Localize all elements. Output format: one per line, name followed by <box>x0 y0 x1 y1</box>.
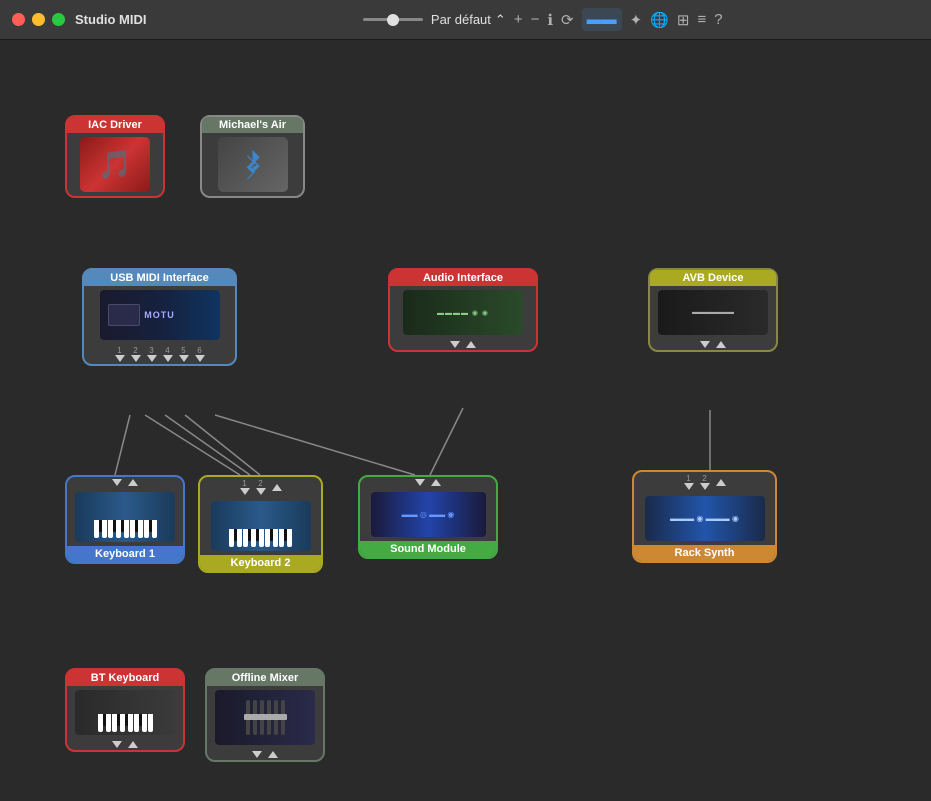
midi-icon[interactable]: ▬▬ <box>582 8 622 31</box>
offline-mixer-ports <box>244 749 286 760</box>
michaels-air-node[interactable]: Michael's Air <box>200 115 305 198</box>
michaels-air-image <box>202 133 303 196</box>
keyboard1-label: Keyboard 1 <box>67 546 183 562</box>
help-icon[interactable]: ? <box>714 11 722 28</box>
bt-keyboard-ports <box>104 739 146 750</box>
iac-driver-node[interactable]: IAC Driver <box>65 115 165 198</box>
toolbar-center: Par défaut ⌃ + − ℹ ⟳ ▬▬ ✦ 🌐 ⊞ ≡ ? <box>167 8 920 31</box>
minimize-button[interactable] <box>32 13 45 26</box>
bt-keyboard-label: BT Keyboard <box>67 670 183 686</box>
michaels-air-label: Michael's Air <box>202 117 303 133</box>
audio-interface-label: Audio Interface <box>390 270 536 286</box>
keyboard1-node[interactable]: Keyboard 1 <box>65 475 185 564</box>
preset-label: Par défaut <box>431 12 491 27</box>
usb-midi-label: USB MIDI Interface <box>84 270 235 286</box>
grid-icon[interactable]: ⊞ <box>677 11 690 29</box>
iac-driver-label: IAC Driver <box>67 117 163 133</box>
network-icon[interactable]: 🌐 <box>650 11 669 29</box>
usb-midi-image <box>84 286 235 344</box>
audio-interface-ports <box>442 339 484 350</box>
maximize-button[interactable] <box>52 13 65 26</box>
app-title: Studio MIDI <box>75 12 147 27</box>
audio-interface-image: ▬▬▬▬ ◉ ◉ <box>390 286 536 339</box>
rack-synth-image: ▬▬▬ ◉ ▬▬▬ ◉ <box>634 492 775 545</box>
refresh-icon[interactable]: ⟳ <box>561 11 574 29</box>
keyboard1-in-ports <box>104 477 146 488</box>
keyboard1-image <box>67 488 183 546</box>
sound-module-node[interactable]: ▬▬ ◎ ▬▬ ◉ Sound Module <box>358 475 498 559</box>
sound-module-in-ports <box>407 477 449 488</box>
avb-device-ports <box>692 339 734 350</box>
midi-canvas: IAC Driver Michael's Air USB MIDI Interf… <box>0 40 931 801</box>
add-button[interactable]: + <box>514 11 523 28</box>
rack-synth-label: Rack Synth <box>634 545 775 561</box>
bt-keyboard-image <box>67 686 183 739</box>
titlebar: Studio MIDI Par défaut ⌃ + − ℹ ⟳ ▬▬ ✦ 🌐 … <box>0 0 931 40</box>
bluetooth-icon[interactable]: ✦ <box>630 11 643 29</box>
audio-interface-node[interactable]: Audio Interface ▬▬▬▬ ◉ ◉ <box>388 268 538 352</box>
offline-mixer-image <box>207 686 323 749</box>
sound-module-label: Sound Module <box>360 541 496 557</box>
keyboard2-node[interactable]: 1 2 <box>198 475 323 573</box>
sound-module-image: ▬▬ ◎ ▬▬ ◉ <box>360 488 496 541</box>
avb-device-label: AVB Device <box>650 270 776 286</box>
keyboard2-in-ports: 1 2 <box>232 477 290 497</box>
preset-dropdown[interactable]: Par défaut ⌃ <box>431 12 506 28</box>
rack-synth-node[interactable]: 1 2 ▬▬▬ ◉ ▬▬▬ ◉ Rack Synth <box>632 470 777 563</box>
remove-button[interactable]: − <box>531 11 540 28</box>
close-button[interactable] <box>12 13 25 26</box>
offline-mixer-node[interactable]: Offline Mixer <box>205 668 325 762</box>
chevron-icon: ⌃ <box>495 12 506 28</box>
usb-midi-node[interactable]: USB MIDI Interface 1 2 3 4 5 <box>82 268 237 366</box>
traffic-lights <box>12 13 65 26</box>
keyboard2-image <box>200 497 321 555</box>
info-icon[interactable]: ℹ <box>547 11 553 29</box>
usb-midi-ports: 1 2 3 4 5 6 <box>107 344 213 364</box>
avb-device-node[interactable]: AVB Device ▬▬▬▬▬▬ <box>648 268 778 352</box>
list-icon[interactable]: ≡ <box>697 11 706 28</box>
zoom-slider[interactable] <box>363 18 423 21</box>
rack-synth-in-ports: 1 2 <box>676 472 734 492</box>
offline-mixer-label: Offline Mixer <box>207 670 323 686</box>
keyboard2-label: Keyboard 2 <box>200 555 321 571</box>
iac-driver-image <box>67 133 163 196</box>
bt-keyboard-node[interactable]: BT Keyboard <box>65 668 185 752</box>
avb-device-image: ▬▬▬▬▬▬ <box>650 286 776 339</box>
